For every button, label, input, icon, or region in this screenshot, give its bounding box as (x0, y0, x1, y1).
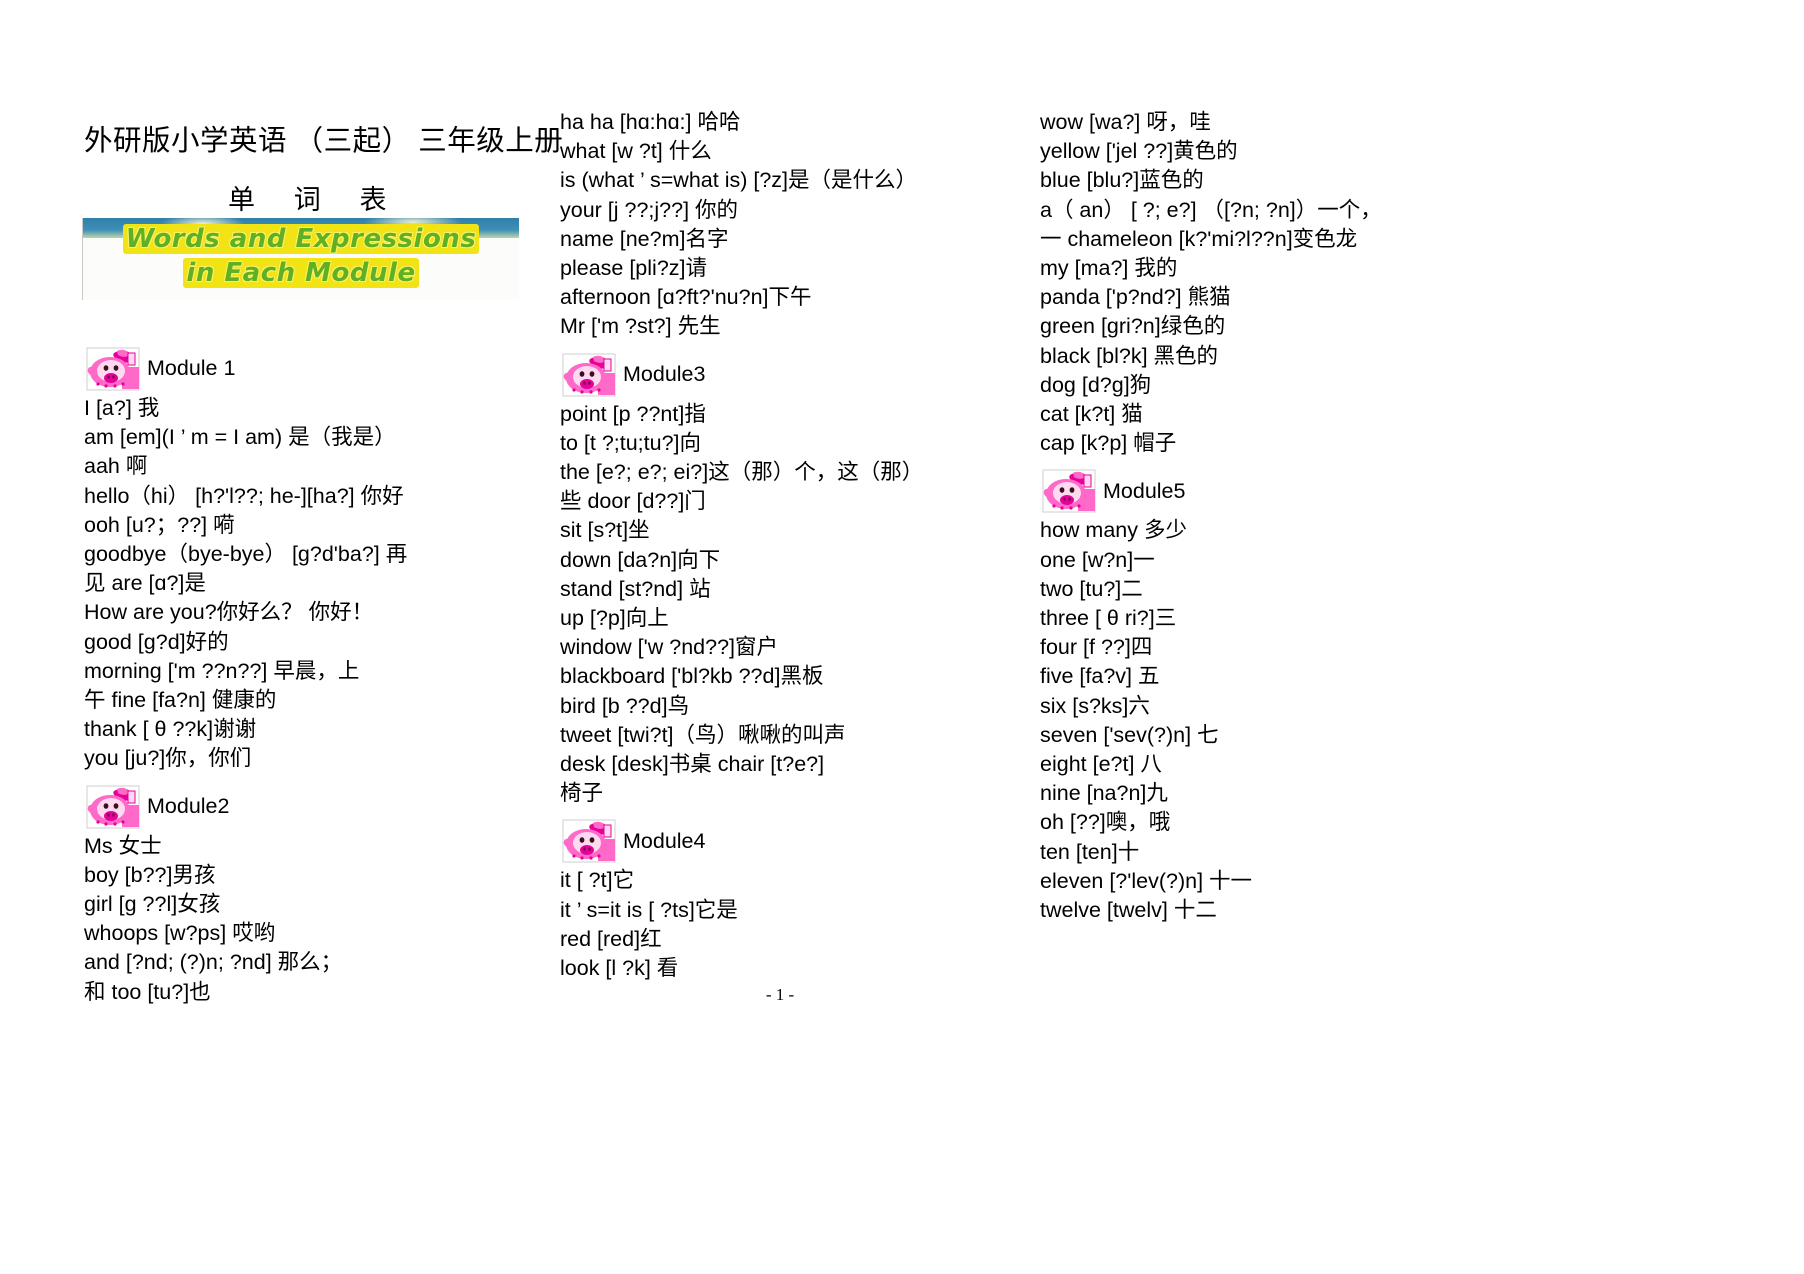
vocabulary-entry: I [a?] 我 (84, 396, 160, 420)
vocabulary-entry: stand [st?nd] 站 (560, 576, 711, 601)
page-title: 外研版小学英语 （三起） 三年级上册 (84, 126, 564, 157)
vocabulary-entry: boy [b??]男孩 (84, 862, 216, 887)
vocabulary-entry: and [?nd; (?)n; ?nd] 那么； (84, 950, 343, 975)
vocabulary-entry: 午 fine [fa?n] 健康的 (84, 688, 277, 713)
vocabulary-entry: six [s?ks]六 (1040, 693, 1150, 718)
vocabulary-entry: girl [g ??l]女孩 (84, 892, 221, 917)
module-heading-label: Module5 (1103, 478, 1186, 503)
vocabulary-entry: thank [ θ ??k]谢谢 (84, 717, 257, 742)
banner-line-2-text: in Each Module (183, 258, 419, 288)
pig-icon (560, 819, 622, 863)
vocabulary-entry: down [da?n]向下 (560, 547, 721, 572)
vocabulary-entry: 一 chameleon [k?'mi?l??n]变色龙 (1040, 226, 1358, 251)
vocabulary-entry: sit [s?t]坐 (560, 518, 650, 543)
vocabulary-entry: twelve [twelv] 十二 (1040, 898, 1217, 923)
vocabulary-entry: 见 are [ɑ?]是 (84, 571, 206, 596)
pig-icon (84, 785, 146, 829)
vocabulary-entry: point [p ??nt]指 (560, 401, 706, 426)
vocabulary-entry: How are you?你好么？ 你好！ (84, 600, 374, 625)
module-heading: Module5 (1040, 469, 1460, 513)
vocabulary-entry: aah 啊 (84, 454, 148, 479)
module-heading: Module2 (84, 785, 524, 829)
vocabulary-entry: black [bl?k] 黑色的 (1040, 343, 1219, 368)
vocabulary-entry: desk [desk]书桌 chair [t?e?] (560, 752, 825, 777)
pig-icon (560, 353, 622, 397)
vocabulary-entry: nine [na?n]九 (1040, 781, 1168, 806)
vocabulary-entry: you [ju?]你，你们 (84, 746, 252, 771)
vocabulary-entry: yellow ['jel ??]黄色的 (1040, 139, 1238, 164)
vocabulary-entry: eleven [?'lev(?)n] 十一 (1040, 868, 1253, 893)
banner-line-1-text: Words and Expressions (122, 224, 480, 254)
vocabulary-entry: blue [blu?]蓝色的 (1040, 168, 1204, 193)
vocabulary-entry: my [ma?] 我的 (1040, 256, 1178, 281)
vocabulary-entry: up [?p]向上 (560, 606, 669, 631)
module-heading-label: Module3 (623, 361, 706, 386)
page-subtitle: 单 词 表 (228, 185, 403, 215)
vocabulary-entry: to [t ?;tu;tu?]向 (560, 430, 702, 455)
vocabulary-entry: look [l ?k] 看 (560, 956, 679, 981)
vocabulary-entry: red [red]红 (560, 926, 662, 951)
vocabulary-entry: green [gri?n]绿色的 (1040, 314, 1226, 339)
vocabulary-entry: seven ['sev(?)n] 七 (1040, 722, 1219, 747)
vocabulary-entry: three [ θ ri?]三 (1040, 606, 1177, 631)
vocabulary-entry: dog [d?g]狗 (1040, 372, 1152, 397)
vocabulary-entry: 椅子 (560, 781, 604, 806)
pig-icon (84, 347, 146, 391)
vocabulary-entry: whoops [w?ps] 哎哟 (84, 921, 276, 946)
vocabulary-entry: oh [??]噢，哦 (1040, 810, 1171, 835)
module-heading: Module4 (560, 819, 1000, 863)
vocabulary-entry: five [fa?v] 五 (1040, 664, 1160, 689)
page-number: - 1 - (765, 985, 795, 1004)
module-heading-label: Module4 (623, 828, 706, 853)
vocabulary-entry: one [w?n]一 (1040, 547, 1155, 572)
vocabulary-entry: bird [b ??d]鸟 (560, 693, 690, 718)
pig-icon (1040, 469, 1102, 513)
vocabulary-entry: good [g?d]好的 (84, 629, 229, 654)
vocabulary-entry: four [f ??]四 (1040, 635, 1153, 660)
vocabulary-entry: cat [k?t] 猫 (1040, 402, 1143, 427)
vocabulary-entry: blackboard ['bl?kb ??d]黑板 (560, 664, 824, 689)
vocabulary-entry: hello（hi） [h?'l??; he-][ha?] 你好 (84, 483, 404, 508)
vocabulary-entry: wow [wa?] 呀，哇 (1040, 110, 1211, 134)
vocabulary-entry: window ['w ?nd??]窗户 (560, 635, 779, 660)
vocabulary-column-3: wow [wa?] 呀，哇 yellow ['jel ??]黄色的 blue [bl… (1040, 108, 1460, 925)
vocabulary-entry: morning ['m ??n??] 早晨，上 (84, 658, 360, 683)
vocabulary-entry: it ’ s=it is [ ?ts]它是 (560, 897, 738, 922)
banner-line-2: in Each Module (83, 258, 519, 288)
vocabulary-column-2: ha ha [hɑ:hɑ:] 哈哈 what [w ?t] 什么 is (what … (560, 108, 1000, 983)
banner-image: Words and Expressions in Each Module (82, 218, 519, 300)
vocabulary-entry: goodbye（bye-bye） [g?d'ba?] 再 (84, 542, 408, 567)
banner-line-1: Words and Expressions (83, 224, 519, 254)
vocabulary-entry: what [w ?t] 什么 (560, 139, 712, 164)
vocabulary-entry: ha ha [hɑ:hɑ:] 哈哈 (560, 110, 741, 134)
vocabulary-entry: cap [k?p] 帽子 (1040, 431, 1177, 456)
vocabulary-entry: Mr ['m ?st?] 先生 (560, 314, 721, 339)
vocabulary-entry: ooh [u?；??] 嗬 (84, 512, 235, 537)
vocabulary-entry: please [pli?z]请 (560, 256, 707, 281)
vocabulary-entry: panda ['p?nd?] 熊猫 (1040, 285, 1231, 310)
vocabulary-entry: 些 door [d??]门 (560, 489, 706, 514)
vocabulary-column-1: Module 1 I [a?] 我 am [em](I ’ m = I am) 是（… (84, 336, 524, 1007)
vocabulary-entry: it [ ?t]它 (560, 868, 635, 893)
vocabulary-entry: the [e?; e?; ei?]这（那）个，这（那） (560, 460, 924, 485)
vocabulary-entry: is (what ’ s=what is) [?z]是（是什么） (560, 168, 918, 193)
vocabulary-entry: two [tu?]二 (1040, 576, 1143, 601)
vocabulary-entry: name [ne?m]名字 (560, 226, 729, 251)
module-heading-label: Module 1 (147, 356, 236, 381)
module-heading: Module 1 (84, 347, 524, 391)
vocabulary-entry: Ms 女士 (84, 833, 162, 858)
vocabulary-entry: am [em](I ’ m = I am) 是（我是） (84, 425, 396, 450)
vocabulary-entry: eight [e?t] 八 (1040, 752, 1162, 777)
module-heading-label: Module2 (147, 793, 230, 818)
vocabulary-entry: ten [ten]十 (1040, 839, 1140, 864)
module-heading: Module3 (560, 353, 1000, 397)
vocabulary-entry: a（ an） [ ?; e?] （[?n; ?n]）一个， (1040, 197, 1382, 222)
vocabulary-entry: afternoon [ɑ?ft?'nu?n]下午 (560, 285, 812, 310)
document-page: 外研版小学英语 （三起） 三年级上册 单 词 表 Words and Expre… (0, 0, 1804, 1274)
vocabulary-entry: tweet [twi?t]（鸟）啾啾的叫声 (560, 722, 846, 747)
vocabulary-entry: your [j ??;j??] 你的 (560, 197, 739, 222)
vocabulary-entry: how many 多少 (1040, 518, 1187, 543)
